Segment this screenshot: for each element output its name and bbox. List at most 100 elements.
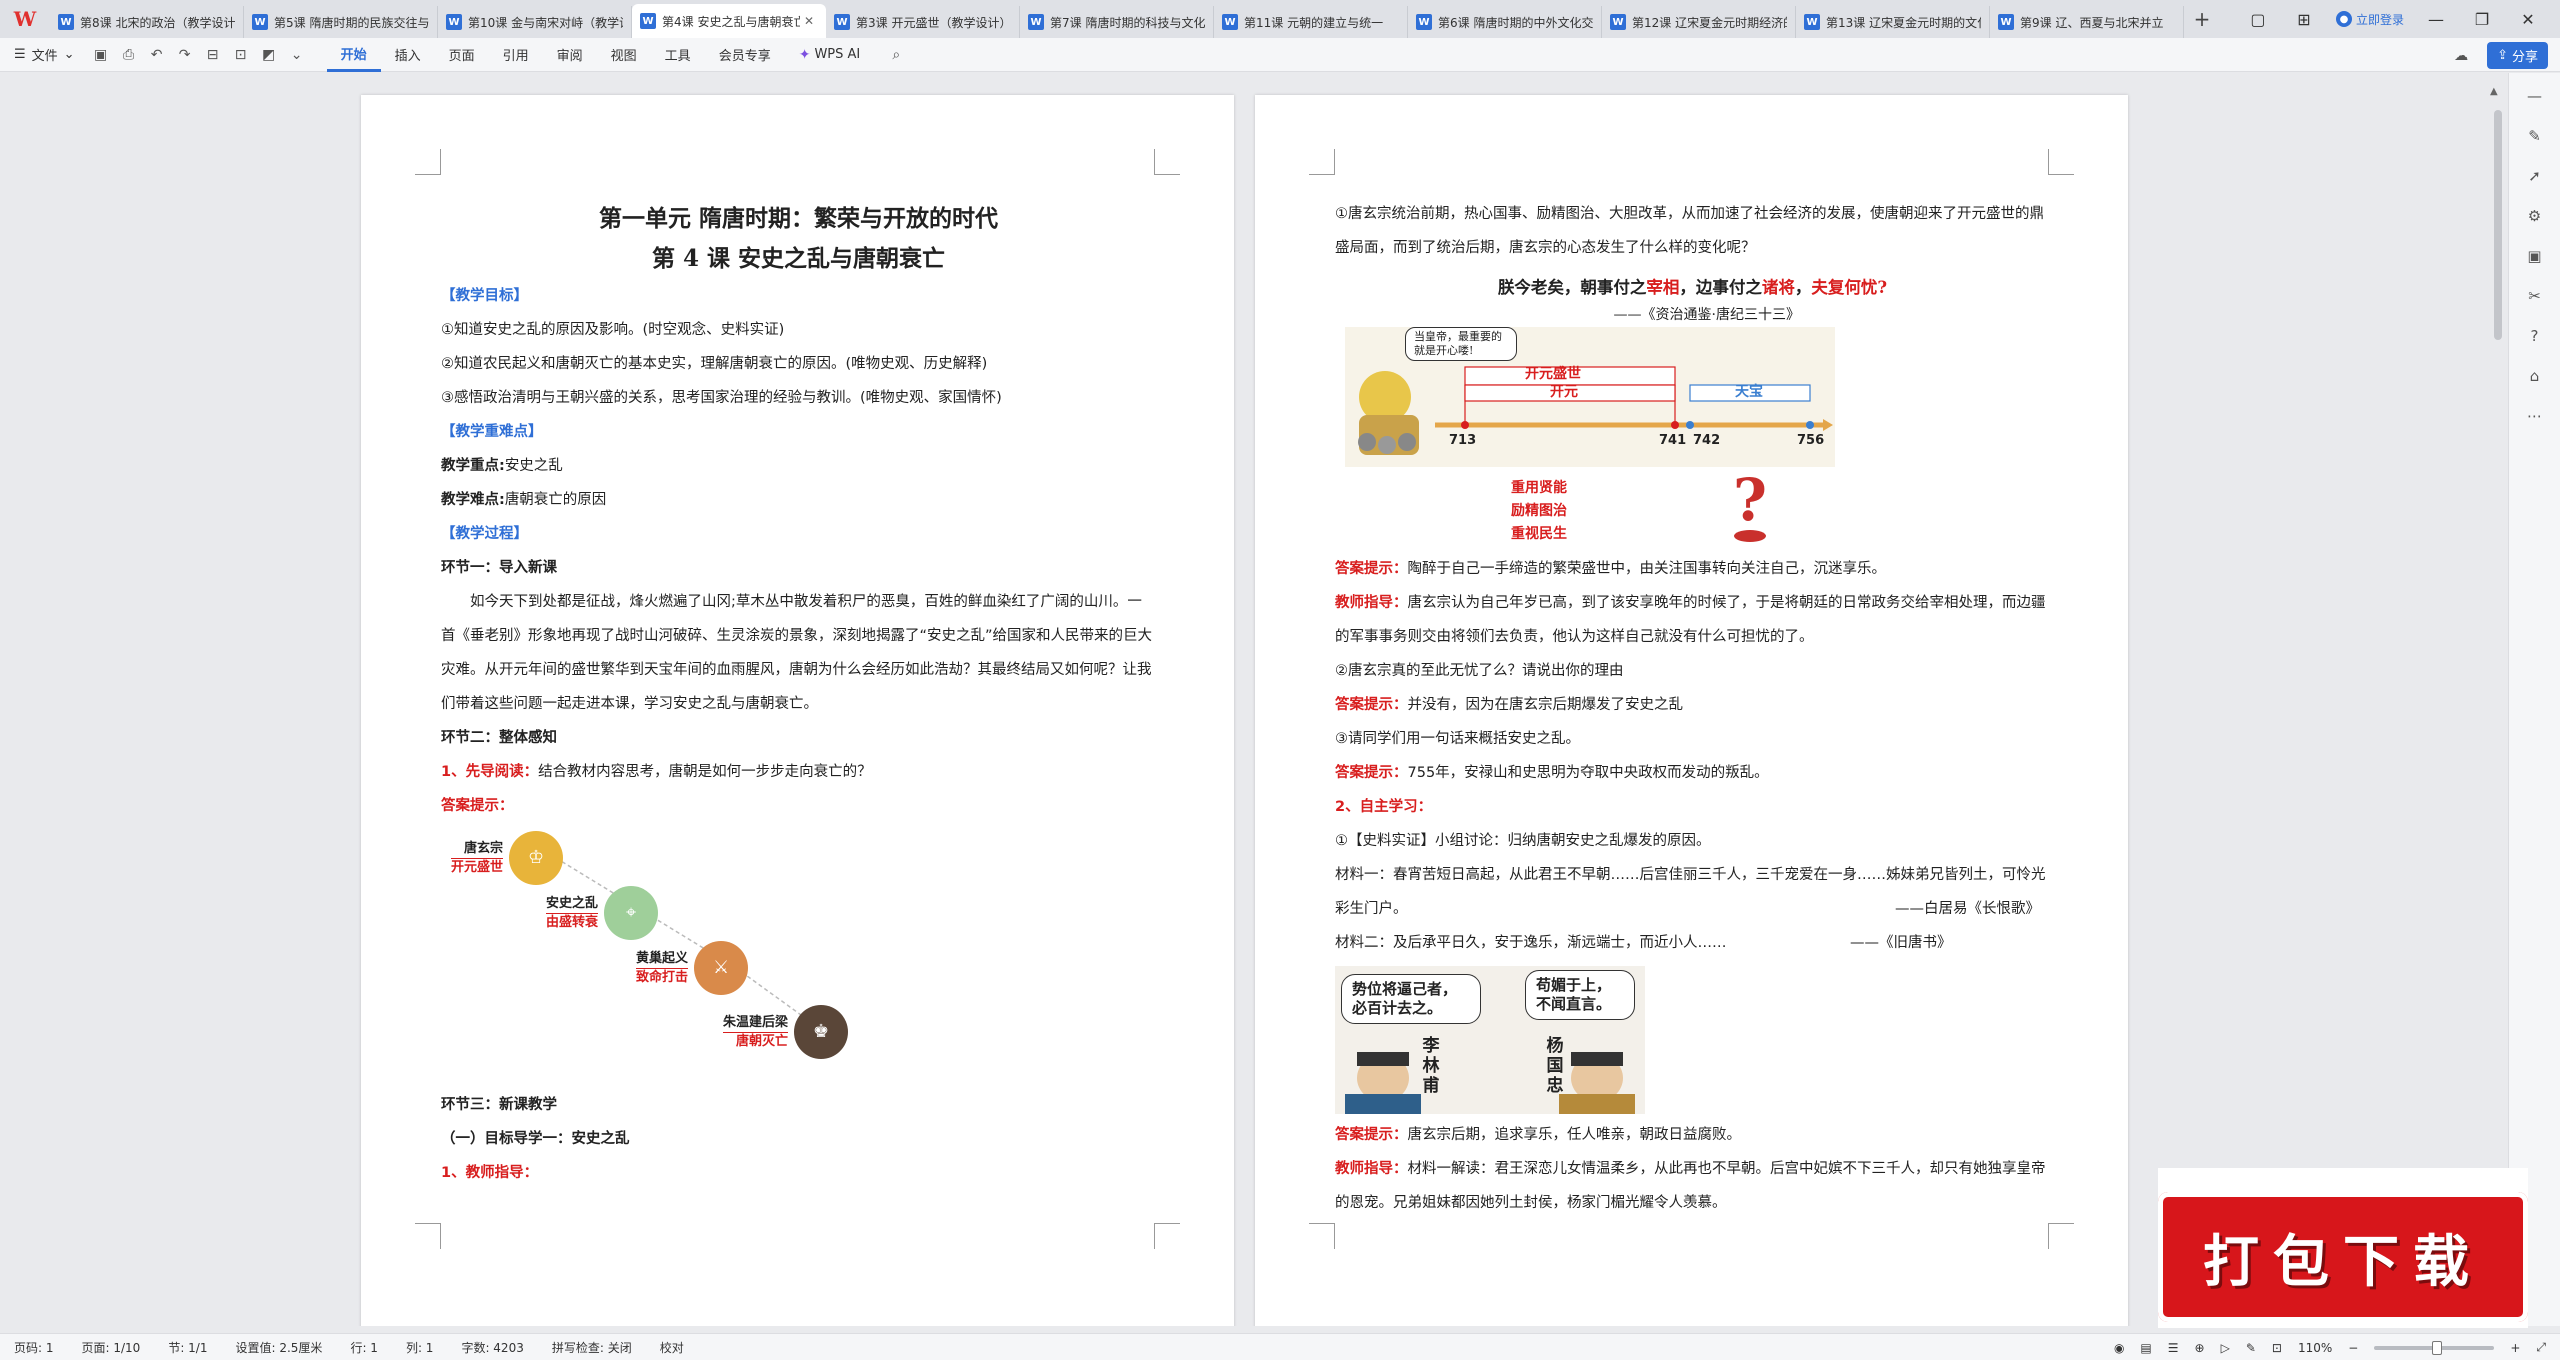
ministers-portraits (1345, 1052, 1635, 1114)
document-tab[interactable]: W第12课 辽宋夏金元时期经济的繁荣 (1602, 6, 1796, 38)
diagram-node: 黄巢起义 致命打击 ⚔ (636, 941, 749, 995)
document-tab[interactable]: W 第7课 隋唐时期的科技与文化 (1020, 6, 1214, 38)
goal-item: ②知道农民起义和唐朝灭亡的基本史实，理解唐朝衰亡的原因。(唯物史观、历史解释) (441, 356, 988, 372)
login-button[interactable]: ● 立即登录 (2335, 11, 2404, 28)
material-1-source: ——白居易《长恨歌》 (1895, 901, 2040, 917)
minimize-icon[interactable]: — (2422, 10, 2450, 29)
word-doc-icon: W (58, 14, 74, 30)
chevron-down-icon: ⌄ (63, 47, 75, 62)
tab-references[interactable]: 引用 (489, 38, 543, 72)
document-tab[interactable]: W 第11课 元朝的建立与统一 (1214, 6, 1408, 38)
file-menu-button[interactable]: ☰ 文件 ⌄ (0, 45, 89, 64)
edit-icon[interactable]: ✎ (2246, 1341, 2256, 1355)
grid-apps-icon[interactable]: ⊞ (2290, 10, 2318, 29)
wps-logo-icon[interactable]: W (0, 0, 50, 38)
document-tab[interactable]: W第10课 金与南宋对峙（教学设计） (438, 6, 632, 38)
minister-name: 李林甫 (1422, 1036, 1440, 1096)
page-1-content[interactable]: 第一单元 隋唐时期：繁荣与开放的时代 第 4 课 安史之乱与唐朝衰亡 【教学目标… (441, 199, 1156, 1190)
tab-tools[interactable]: 工具 (651, 38, 705, 72)
window-controls: ▢ ⊞ ● 立即登录 — ❐ ✕ (2244, 0, 2560, 38)
page-view-icon[interactable]: ▤ (2140, 1341, 2151, 1355)
margin-mark (2048, 149, 2074, 175)
document-tab[interactable]: W 第3课 开元盛世（教学设计） (826, 6, 1020, 38)
settings-sliders-icon[interactable]: ⚙ (2528, 207, 2541, 225)
outline-view-icon[interactable]: ☰ (2168, 1341, 2179, 1355)
status-page-count[interactable]: 页面: 1/10 (68, 1339, 155, 1356)
document-tab-active[interactable]: W 第4课 安史之乱与唐朝衰亡 ✕ (632, 4, 826, 38)
redo-icon[interactable]: ↷ (173, 43, 197, 67)
document-tab[interactable]: W第5课 隋唐时期的民族交往与交融 (244, 6, 438, 38)
bookmark-icon[interactable]: ⌂ (2530, 367, 2540, 385)
vertical-scrollbar[interactable] (2494, 110, 2502, 340)
status-bar: 页码: 1 页面: 1/10 节: 1/1 设置值: 2.5厘米 行: 1 列:… (0, 1333, 2560, 1360)
zoom-out-icon[interactable]: − (2348, 1341, 2358, 1355)
share-icon: ⇪ (2497, 48, 2508, 63)
chevron-down-icon[interactable]: ⌄ (285, 43, 309, 67)
process-heading: 【教学过程】 (441, 526, 528, 542)
collapse-icon[interactable]: — (2527, 87, 2542, 105)
user-avatar-icon: ● (2335, 11, 2352, 27)
undo-icon[interactable]: ↶ (145, 43, 169, 67)
print-preview-icon[interactable]: ⊡ (229, 43, 253, 67)
step-heading: 环节二：整体感知 (441, 730, 557, 746)
help-icon[interactable]: ? (2531, 327, 2539, 345)
tab-page[interactable]: 页面 (435, 38, 489, 72)
image-icon[interactable]: ▣ (2527, 247, 2541, 265)
word-doc-icon: W (1416, 14, 1432, 30)
download-ad-banner[interactable]: 打包下载 (2158, 1168, 2528, 1328)
scroll-up-icon[interactable]: ▲ (2490, 86, 2498, 97)
margin-mark (415, 149, 441, 175)
zoom-in-icon[interactable]: + (2510, 1341, 2520, 1355)
status-section[interactable]: 节: 1/1 (154, 1339, 221, 1356)
word-doc-icon: W (1998, 14, 2014, 30)
wps-ai-button[interactable]: ✦ WPS AI (785, 47, 875, 63)
status-word-count[interactable]: 字数: 4203 (447, 1339, 537, 1356)
new-tab-plus-icon[interactable]: + (2184, 3, 2220, 35)
close-window-icon[interactable]: ✕ (2514, 10, 2542, 29)
status-proofread[interactable]: 校对 (646, 1339, 698, 1356)
status-spell-check[interactable]: 拼写检查: 关闭 (538, 1339, 646, 1356)
tab-home[interactable]: 开始 (326, 38, 381, 72)
goal-item: ①知道安史之乱的原因及影响。(时空观念、史料实证) (441, 322, 785, 338)
document-page-2[interactable]: ①唐玄宗统治前期，热心国事、励精图治、大胆改革，从而加速了社会经济的发展，使唐朝… (1255, 95, 2128, 1326)
search-icon[interactable]: ⌕ (884, 43, 908, 67)
document-page-1[interactable]: 第一单元 隋唐时期：繁荣与开放的时代 第 4 课 安史之乱与唐朝衰亡 【教学目标… (361, 95, 1234, 1326)
fullscreen-icon[interactable]: ⤢ (2536, 1340, 2546, 1355)
play-icon[interactable]: ▷ (2221, 1341, 2230, 1355)
layout-icon[interactable]: ▢ (2244, 10, 2272, 29)
output-pdf-icon[interactable]: ⎙ (117, 43, 141, 67)
zoom-level[interactable]: 110% (2298, 1341, 2332, 1355)
cloud-sync-icon[interactable]: ☁ (2449, 44, 2473, 68)
tab-member[interactable]: 会员专享 (705, 38, 785, 72)
year-label: 741 (1659, 433, 1687, 448)
web-view-icon[interactable]: ⊕ (2195, 1341, 2205, 1355)
print-icon[interactable]: ⊟ (201, 43, 225, 67)
more-icon[interactable]: ⋯ (2527, 407, 2542, 425)
document-tab[interactable]: W 第6课 隋唐时期的中外文化交流 (1408, 6, 1602, 38)
document-workspace[interactable]: 第一单元 隋唐时期：繁荣与开放的时代 第 4 课 安史之乱与唐朝衰亡 【教学目标… (0, 73, 2560, 1326)
guide-line: 教师指导：材料一解读：君王深恋儿女情温柔乡，从此再也不早朝。后宫中妃嫔不下三千人… (1335, 1161, 2046, 1211)
status-page-code[interactable]: 页码: 1 (0, 1339, 68, 1356)
status-setting[interactable]: 设置值: 2.5厘米 (221, 1339, 336, 1356)
restore-icon[interactable]: ❐ (2468, 10, 2496, 29)
zoom-slider[interactable] (2374, 1340, 2495, 1355)
fit-page-icon[interactable]: ⊡ (2272, 1341, 2282, 1355)
document-tab[interactable]: W 第8课 北宋的政治（教学设计） (50, 6, 244, 38)
key-points-heading: 【教学重难点】 (441, 424, 543, 440)
document-tab[interactable]: W 第13课 辽宋夏金元时期的文化 (1796, 6, 1990, 38)
tab-view[interactable]: 视图 (597, 38, 651, 72)
page-2-content[interactable]: ①唐玄宗统治前期，热心国事、励精图治、大胆改革，从而加速了社会经济的发展，使唐朝… (1335, 197, 2050, 1220)
zoom-slider-knob[interactable] (2432, 1340, 2443, 1355)
tools-icon[interactable]: ✂ (2528, 287, 2541, 305)
pen-icon[interactable]: ✎ (2528, 127, 2541, 145)
format-painter-icon[interactable]: ◩ (257, 43, 281, 67)
save-icon[interactable]: ▣ (89, 43, 113, 67)
document-tab[interactable]: W 第9课 辽、西夏与北宋并立 (1990, 6, 2184, 38)
select-cursor-icon[interactable]: ➚ (2528, 167, 2541, 185)
tab-review[interactable]: 审阅 (543, 38, 597, 72)
word-doc-icon: W (1804, 14, 1820, 30)
close-icon[interactable]: ✕ (804, 14, 818, 28)
share-button[interactable]: ⇪ 分享 (2487, 42, 2548, 69)
eye-protection-icon[interactable]: ◉ (2114, 1341, 2124, 1355)
tab-insert[interactable]: 插入 (381, 38, 435, 72)
